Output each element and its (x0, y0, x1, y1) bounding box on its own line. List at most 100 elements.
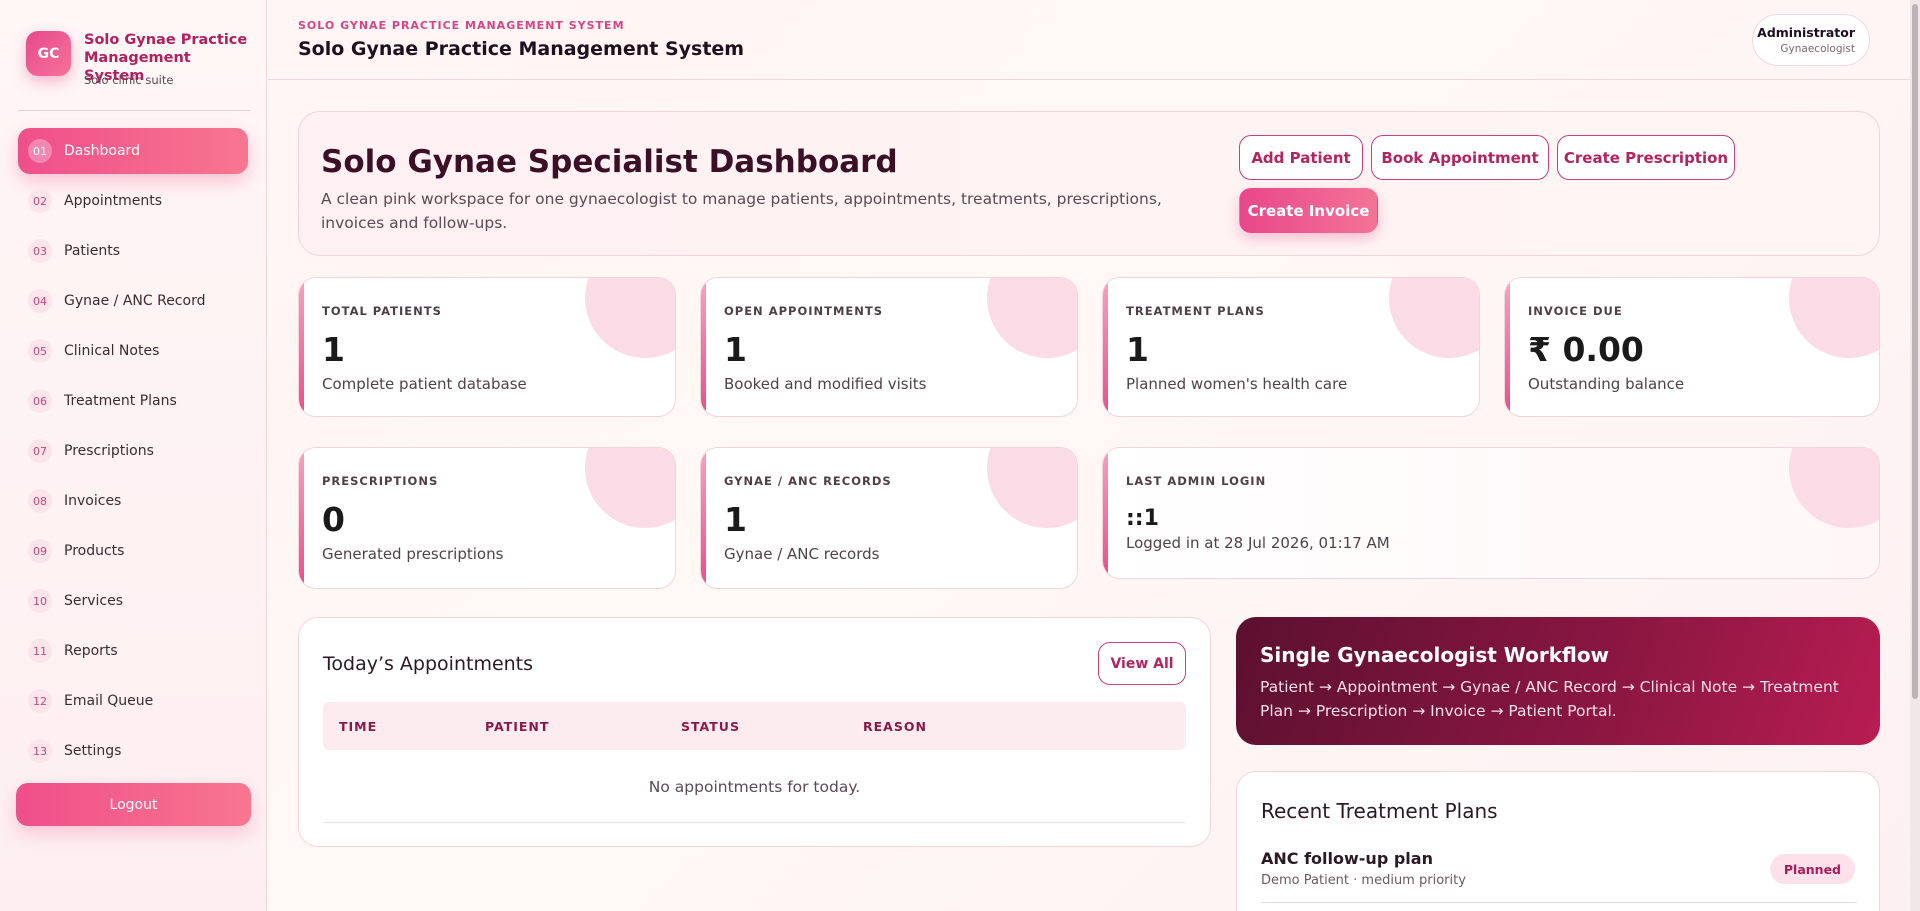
nav-number: 09 (28, 539, 52, 563)
stat-anc-records[interactable]: GYNAE / ANC RECORDS 1 Gynae / ANC record… (700, 447, 1078, 589)
stat-caption: Logged in at 28 Jul 2026, 01:17 AM (1126, 534, 1390, 552)
stat-value: 1 (724, 330, 747, 369)
sidebar-item-gynae-anc-record[interactable]: 04 Gynae / ANC Record (18, 278, 248, 324)
decorative-blob (987, 278, 1077, 358)
stat-last-admin-login[interactable]: LAST ADMIN LOGIN ::1 Logged in at 28 Jul… (1102, 447, 1880, 579)
stat-open-appointments[interactable]: OPEN APPOINTMENTS 1 Booked and modified … (700, 277, 1078, 417)
sidebar-item-label: Treatment Plans (64, 393, 177, 409)
decorative-blob (1789, 448, 1879, 528)
sidebar-item-prescriptions[interactable]: 07 Prescriptions (18, 428, 248, 474)
header-eyebrow: SOLO GYNAE PRACTICE MANAGEMENT SYSTEM (298, 19, 625, 32)
decorative-blob (1389, 278, 1479, 358)
decorative-blob (585, 278, 675, 358)
dashboard-title: Solo Gynae Specialist Dashboard (321, 144, 898, 180)
logout-button[interactable]: Logout (16, 783, 251, 826)
stat-value: 0 (322, 500, 345, 539)
stat-label: PRESCRIPTIONS (322, 474, 439, 488)
nav-number: 06 (28, 389, 52, 413)
todays-appointments-panel: Today’s Appointments View All TIME PATIE… (298, 617, 1211, 847)
stat-value: 1 (1126, 330, 1149, 369)
sidebar-item-label: Appointments (64, 193, 163, 209)
nav-number: 12 (28, 689, 52, 713)
recent-treatment-plans-panel: Recent Treatment Plans ANC follow-up pla… (1236, 771, 1880, 911)
sidebar-item-label: Reports (64, 643, 118, 659)
sidebar-item-treatment-plans[interactable]: 06 Treatment Plans (18, 378, 248, 424)
dashboard-hero: Solo Gynae Specialist Dashboard A clean … (298, 111, 1880, 256)
top-header: SOLO GYNAE PRACTICE MANAGEMENT SYSTEM So… (268, 0, 1910, 80)
sidebar-item-label: Email Queue (64, 693, 154, 709)
divider (1261, 902, 1857, 903)
stat-prescriptions[interactable]: PRESCRIPTIONS 0 Generated prescriptions (298, 447, 676, 589)
nav-number: 02 (28, 189, 52, 213)
stat-label: INVOICE DUE (1528, 304, 1623, 318)
workflow-title: Single Gynaecologist Workflow (1260, 643, 1610, 667)
sidebar-item-label: Invoices (64, 493, 122, 509)
stat-invoice-due[interactable]: INVOICE DUE ₹ 0.00 Outstanding balance (1504, 277, 1880, 417)
workflow-card: Single Gynaecologist Workflow Patient → … (1236, 617, 1880, 745)
sidebar-item-clinical-notes[interactable]: 05 Clinical Notes (18, 328, 248, 374)
sidebar-nav: 01 Dashboard 02 Appointments 03 Patients 04… (18, 128, 248, 778)
stat-caption: Outstanding balance (1528, 375, 1685, 393)
user-role: Gynaecologist (1780, 43, 1855, 55)
sidebar-item-invoices[interactable]: 08 Invoices (18, 478, 248, 524)
stat-caption: Complete patient database (322, 375, 527, 393)
decorative-blob (585, 448, 675, 528)
nav-number: 10 (28, 589, 52, 613)
sidebar-item-label: Services (64, 593, 124, 609)
brand-logo: GC (26, 31, 71, 76)
sidebar-item-products[interactable]: 09 Products (18, 528, 248, 574)
brand-subtitle: Solo clinic suite (84, 73, 174, 87)
sidebar-item-label: Prescriptions (64, 443, 154, 459)
view-all-button[interactable]: View All (1098, 642, 1186, 685)
nav-number: 07 (28, 439, 52, 463)
divider (18, 110, 250, 111)
stat-treatment-plans[interactable]: TREATMENT PLANS 1 Planned women's health… (1102, 277, 1480, 417)
brand[interactable]: GC Solo Gynae Practice Management System… (26, 31, 247, 91)
decorative-blob (1789, 278, 1879, 358)
column-header-time[interactable]: TIME (339, 719, 377, 734)
sidebar-item-label: Gynae / ANC Record (64, 293, 206, 309)
empty-state-message: No appointments for today. (648, 778, 861, 796)
panel-title: Today’s Appointments (323, 653, 534, 675)
add-patient-button[interactable]: Add Patient (1239, 135, 1363, 180)
stat-caption: Gynae / ANC records (724, 545, 880, 563)
stat-value: ₹ 0.00 (1528, 330, 1644, 369)
nav-number: 03 (28, 239, 52, 263)
sidebar-item-appointments[interactable]: 02 Appointments (18, 178, 248, 224)
dashboard-description: A clean pink workspace for one gynaecolo… (321, 190, 1162, 232)
sidebar-item-label: Patients (64, 243, 121, 259)
stat-label: TOTAL PATIENTS (322, 304, 442, 318)
sidebar-item-settings[interactable]: 13 Settings (18, 728, 248, 774)
stat-label: GYNAE / ANC RECORDS (724, 474, 892, 488)
table-header: TIME PATIENT STATUS REASON (323, 702, 1186, 750)
stat-label: OPEN APPOINTMENTS (724, 304, 884, 318)
sidebar-item-label: Products (64, 543, 125, 559)
create-invoice-button[interactable]: Create Invoice (1239, 188, 1378, 233)
stat-value: ::1 (1126, 506, 1159, 531)
stat-value: 1 (724, 500, 747, 539)
stat-caption: Generated prescriptions (322, 545, 504, 563)
column-header-reason[interactable]: REASON (863, 719, 927, 734)
sidebar-item-email-queue[interactable]: 12 Email Queue (18, 678, 248, 724)
column-header-status[interactable]: STATUS (681, 719, 740, 734)
sidebar-item-dashboard[interactable]: 01 Dashboard (18, 128, 248, 174)
sidebar-item-reports[interactable]: 11 Reports (18, 628, 248, 674)
stat-label: TREATMENT PLANS (1126, 304, 1265, 318)
sidebar: GC Solo Gynae Practice Management System… (0, 0, 267, 911)
sidebar-item-label: Dashboard (64, 143, 140, 159)
create-prescription-button[interactable]: Create Prescription (1557, 135, 1735, 180)
column-header-patient[interactable]: PATIENT (485, 719, 549, 734)
nav-number: 01 (28, 139, 52, 163)
plan-meta: Demo Patient · medium priority (1261, 873, 1466, 888)
nav-number: 05 (28, 339, 52, 363)
sidebar-item-services[interactable]: 10 Services (18, 578, 248, 624)
user-menu[interactable]: Administrator Gynaecologist (1752, 14, 1870, 66)
plan-name[interactable]: ANC follow-up plan (1261, 849, 1433, 868)
sidebar-item-patients[interactable]: 03 Patients (18, 228, 248, 274)
book-appointment-button[interactable]: Book Appointment (1371, 135, 1549, 180)
page-scrollbar[interactable] (1910, 0, 1920, 911)
scrollbar-thumb[interactable] (1912, 4, 1918, 699)
nav-number: 11 (28, 639, 52, 663)
nav-number: 13 (28, 739, 52, 763)
stat-total-patients[interactable]: TOTAL PATIENTS 1 Complete patient databa… (298, 277, 676, 417)
